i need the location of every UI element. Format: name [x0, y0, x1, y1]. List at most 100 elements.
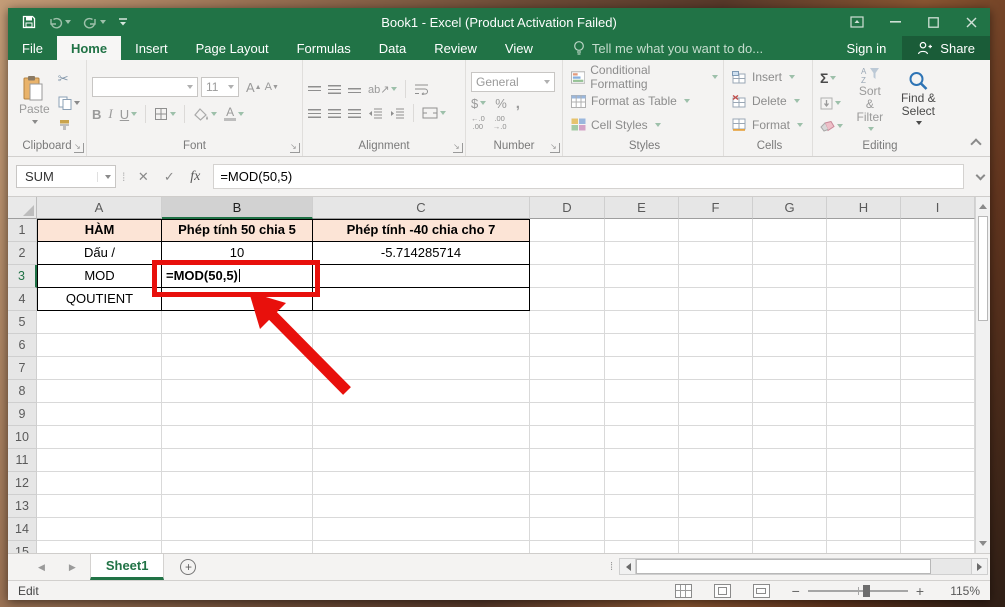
cell-C10[interactable] [313, 426, 530, 449]
cell-G2[interactable] [753, 242, 827, 265]
cell-I6[interactable] [901, 334, 975, 357]
fill-button[interactable] [820, 97, 843, 110]
cell-A10[interactable] [37, 426, 162, 449]
cell-I7[interactable] [901, 357, 975, 380]
cell-D3[interactable] [530, 265, 605, 288]
save-button[interactable] [18, 13, 40, 31]
column-header-B[interactable]: B [162, 197, 313, 219]
cell-D4[interactable] [530, 288, 605, 311]
row-header-10[interactable]: 10 [8, 426, 37, 449]
row-header-12[interactable]: 12 [8, 472, 37, 495]
cell-C12[interactable] [313, 472, 530, 495]
cell-D7[interactable] [530, 357, 605, 380]
cell-F6[interactable] [679, 334, 753, 357]
cell-A3[interactable]: MOD [37, 265, 162, 288]
cell-G1[interactable] [753, 219, 827, 242]
horizontal-scroll-thumb[interactable] [636, 559, 931, 574]
cell-E15[interactable] [605, 541, 679, 553]
previous-sheet-button[interactable]: ◀ [38, 562, 45, 573]
clipboard-dialog-launcher[interactable]: ↘ [74, 143, 84, 153]
merge-center-button[interactable] [422, 107, 446, 119]
cell-A8[interactable] [37, 380, 162, 403]
tell-me-box[interactable]: Tell me what you want to do... [573, 36, 763, 60]
copy-button[interactable] [58, 96, 80, 110]
cell-G7[interactable] [753, 357, 827, 380]
align-middle-button[interactable] [328, 85, 341, 94]
cell-C14[interactable] [313, 518, 530, 541]
sign-in-button[interactable]: Sign in [831, 36, 903, 60]
zoom-slider[interactable] [808, 590, 908, 592]
cell-F5[interactable] [679, 311, 753, 334]
align-top-button[interactable] [308, 86, 321, 92]
format-as-table-button[interactable]: Format as Table [571, 92, 718, 111]
cell-E11[interactable] [605, 449, 679, 472]
row-header-5[interactable]: 5 [8, 311, 37, 334]
vertical-scroll-thumb[interactable] [978, 216, 988, 321]
alignment-dialog-launcher[interactable]: ↘ [453, 143, 463, 153]
sort-filter-button[interactable]: AZ Sort &Filter [849, 63, 891, 139]
zoom-level[interactable]: 115% [946, 584, 980, 598]
cell-B1[interactable]: Phép tính 50 chia 5 [162, 219, 313, 242]
cell-B8[interactable] [162, 380, 313, 403]
cell-C1[interactable]: Phép tính -40 chia cho 7 [313, 219, 530, 242]
cancel-formula-button[interactable]: ✕ [131, 165, 155, 188]
row-header-6[interactable]: 6 [8, 334, 37, 357]
zoom-out-button[interactable]: − [792, 583, 800, 599]
scroll-left-button[interactable] [619, 558, 636, 575]
close-button[interactable] [952, 8, 990, 36]
vertical-scrollbar[interactable] [975, 197, 990, 553]
italic-button[interactable]: I [108, 106, 112, 122]
maximize-button[interactable] [914, 8, 952, 36]
cell-A5[interactable] [37, 311, 162, 334]
zoom-in-button[interactable]: + [916, 583, 924, 599]
ribbon-display-options-button[interactable] [838, 8, 876, 36]
increase-font-button[interactable]: A▲ [246, 80, 262, 95]
cell-G6[interactable] [753, 334, 827, 357]
cell-F4[interactable] [679, 288, 753, 311]
format-painter-button[interactable] [58, 119, 80, 132]
row-header-14[interactable]: 14 [8, 518, 37, 541]
cell-H10[interactable] [827, 426, 901, 449]
autosum-button[interactable]: Σ [820, 70, 843, 86]
align-bottom-button[interactable] [348, 88, 361, 94]
font-size-select[interactable]: 11 [201, 77, 239, 97]
cell-G14[interactable] [753, 518, 827, 541]
column-header-D[interactable]: D [530, 197, 605, 219]
font-dialog-launcher[interactable]: ↘ [290, 143, 300, 153]
page-layout-view-button[interactable] [714, 584, 731, 598]
cell-A15[interactable] [37, 541, 162, 553]
cell-H15[interactable] [827, 541, 901, 553]
cell-A6[interactable] [37, 334, 162, 357]
cell-D1[interactable] [530, 219, 605, 242]
cell-C15[interactable] [313, 541, 530, 553]
cell-C11[interactable] [313, 449, 530, 472]
cell-styles-button[interactable]: Cell Styles [571, 115, 718, 134]
cell-C13[interactable] [313, 495, 530, 518]
wrap-text-button[interactable] [414, 83, 429, 95]
cell-B5[interactable] [162, 311, 313, 334]
cell-G10[interactable] [753, 426, 827, 449]
cell-D13[interactable] [530, 495, 605, 518]
next-sheet-button[interactable]: ▶ [69, 562, 76, 573]
cell-B13[interactable] [162, 495, 313, 518]
page-break-view-button[interactable] [753, 584, 770, 598]
cell-C2[interactable]: -5.714285714 [313, 242, 530, 265]
align-left-button[interactable] [308, 109, 321, 118]
cell-C7[interactable] [313, 357, 530, 380]
font-color-button[interactable]: A [224, 107, 244, 121]
cell-E10[interactable] [605, 426, 679, 449]
column-header-F[interactable]: F [679, 197, 753, 219]
delete-cells-button[interactable]: Delete [732, 92, 807, 111]
tab-file[interactable]: File [8, 36, 57, 60]
conditional-formatting-button[interactable]: Conditional Formatting [571, 68, 718, 87]
tab-page-layout[interactable]: Page Layout [182, 36, 283, 60]
number-format-select[interactable]: General [471, 72, 555, 92]
cell-D9[interactable] [530, 403, 605, 426]
cell-G11[interactable] [753, 449, 827, 472]
cell-E7[interactable] [605, 357, 679, 380]
underline-button[interactable]: U [120, 107, 137, 122]
cell-E6[interactable] [605, 334, 679, 357]
select-all-corner[interactable] [8, 197, 37, 219]
cell-E14[interactable] [605, 518, 679, 541]
cell-G4[interactable] [753, 288, 827, 311]
